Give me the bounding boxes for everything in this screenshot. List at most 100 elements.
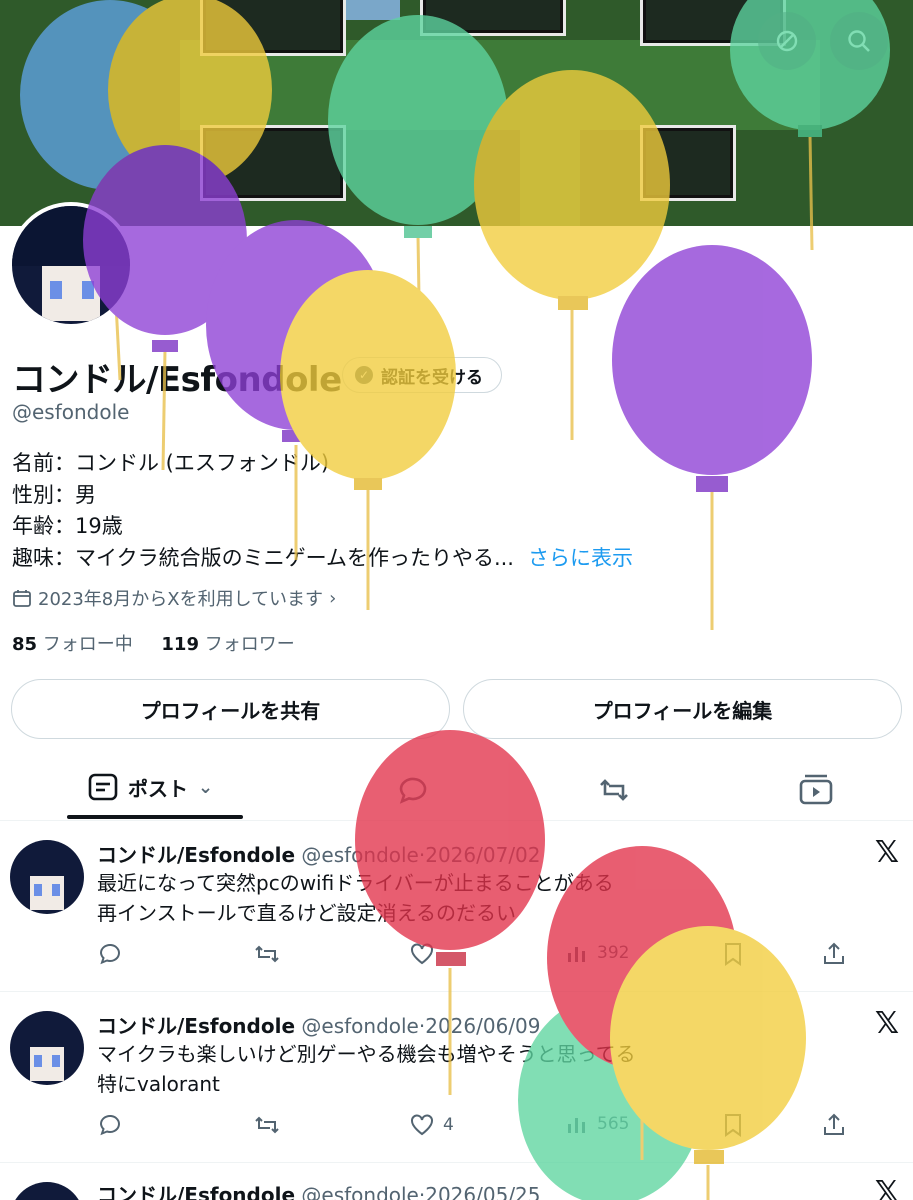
tweet-date[interactable]: 2026/05/25 [425,1183,540,1200]
tweet[interactable]: コンドル/Esfondole @esfondole·2026/07/02 𝕏 最… [0,821,913,992]
tweet-header: コンドル/Esfondole @esfondole·2026/05/25 [97,1179,541,1200]
share-icon [824,942,844,964]
like-button[interactable] [409,941,443,967]
view-count: 392 [597,943,630,963]
x-logo-icon: 𝕏 [874,1006,899,1041]
tweet-author-name[interactable]: コンドル/Esfondole [97,1183,295,1200]
avatar-eye [50,281,62,299]
tweet-author-name[interactable]: コンドル/Esfondole [97,843,295,867]
repost-tab-icon[interactable] [596,772,632,808]
search-button[interactable] [830,12,888,70]
avatar[interactable] [8,202,134,328]
bookmark-button[interactable] [721,1112,745,1138]
joined-date[interactable]: 2023年8月からXを利用しています › [12,585,336,611]
profile-bio: 名前：コンドル (エスフォンドル) 性別：男 年齢：19歳 趣味：マイクラ統合版… [12,448,633,574]
view-count: 565 [597,1114,630,1134]
tab-posts-label: ポスト [128,776,188,801]
banner-window [200,125,346,201]
replies-tab-icon[interactable] [395,772,431,808]
balloon [612,245,812,630]
get-verified-button[interactable]: ✓ 認証を受ける [342,357,502,393]
repost-icon [255,945,279,963]
get-verified-label: 認証を受ける [381,367,483,388]
like-button[interactable]: 4 [409,1112,454,1138]
avatar-hair [12,206,130,266]
views-button[interactable]: 392 [565,941,629,965]
tweet-avatar[interactable] [10,1011,84,1085]
avatar-eye [52,1055,60,1067]
reply-icon [99,943,120,965]
checkmark-icon: ✓ [355,366,373,384]
bio-line: 名前：コンドル (エスフォンドル) [12,451,330,475]
tweet-date[interactable]: 2026/07/02 [425,843,540,867]
reply-button[interactable] [97,1112,123,1138]
tweet-text-line: マイクラも楽しいけど別ゲーやる機会も増やそうと思ってる [97,1042,636,1066]
tweet-text: 最近になって突然pcのwifiドライバーが止まることがある 再インストールで直るけ… [97,868,614,928]
bio-line: 年齢：19歳 [12,514,123,538]
bio-line: 性別：男 [12,482,96,507]
joined-label: 2023年8月からXを利用しています [38,589,324,610]
chevron-down-icon: ⌄ [198,776,214,798]
profile-banner [0,0,913,226]
avatar-eye [82,281,94,299]
avatar-eye [34,884,42,896]
banner-window [200,0,346,56]
tweet-avatar[interactable] [10,840,84,914]
tweet-text: マイクラも楽しいけど別ゲーやる機会も増やそうと思ってる 特にvalorant [97,1039,636,1099]
views-button[interactable]: 565 [565,1112,629,1136]
x-logo-icon: 𝕏 [874,1175,899,1200]
like-count: 4 [443,1115,454,1135]
tab-posts[interactable]: ポスト ⌄ [88,772,213,802]
reply-button[interactable] [97,941,123,967]
post-list-icon [88,773,118,801]
following-link[interactable]: 85 フォロー中 [12,634,133,655]
following-label: フォロー中 [42,634,133,655]
tweet-author-handle: @esfondole [301,1183,419,1200]
edit-profile-button[interactable]: プロフィールを編集 [463,679,902,739]
tweet[interactable]: コンドル/Esfondole @esfondole·2026/06/09 𝕏 マ… [0,992,913,1163]
calendar-icon [13,590,31,607]
avatar-eye [34,1055,42,1067]
share-button[interactable] [821,1112,847,1138]
tweet[interactable]: コンドル/Esfondole @esfondole·2026/05/25 𝕏 [0,1163,913,1200]
tweet-text-line: 最近になって突然pcのwifiドライバーが止まることがある [97,871,614,895]
repost-icon [255,1116,279,1134]
tweet-text-line: 再インストールで直るけど設定消えるのだるい [97,901,516,925]
media-tab-icon[interactable] [798,772,834,808]
repost-circle-button[interactable] [758,12,816,70]
repost-button[interactable] [253,1112,281,1138]
show-more-link[interactable]: さらに表示 [528,546,633,570]
tweet-actions: 392 [97,941,857,971]
tweet-avatar[interactable] [10,1182,84,1200]
no-sign-icon [776,30,798,52]
followers-link[interactable]: 119 フォロワー [161,634,294,655]
heart-icon [411,943,433,965]
avatar-eye [52,884,60,896]
repost-button[interactable] [253,941,281,967]
share-profile-button[interactable]: プロフィールを共有 [11,679,450,739]
search-icon [848,30,870,52]
bookmark-button[interactable] [721,941,745,967]
profile-tabs: ポスト ⌄ [0,760,913,821]
tweet-author-name[interactable]: コンドル/Esfondole [97,1014,295,1038]
heart-icon [411,1114,433,1136]
followers-label: フォロワー [204,634,295,655]
x-logo-icon: 𝕏 [874,835,899,870]
views-icon [568,1118,585,1133]
follow-stats: 85 フォロー中 119 フォロワー [12,630,295,656]
share-icon [824,1113,844,1135]
tab-active-indicator [67,815,243,819]
bookmark-icon [725,1114,741,1137]
tweet-header: コンドル/Esfondole @esfondole·2026/07/02 [97,839,541,868]
followers-count: 119 [161,634,199,655]
tweet-date[interactable]: 2026/06/09 [425,1014,540,1038]
banner-window [420,0,566,36]
chevron-right-icon: › [329,587,337,609]
tweet-header: コンドル/Esfondole @esfondole·2026/06/09 [97,1010,541,1039]
share-button[interactable] [821,941,847,967]
banner-grass [520,120,580,226]
tweet-actions: 4 565 [97,1112,857,1142]
banner-window [640,125,736,201]
bio-line: 趣味：マイクラ統合版のミニゲームを作ったりやる... [12,545,514,570]
views-icon [568,947,585,962]
